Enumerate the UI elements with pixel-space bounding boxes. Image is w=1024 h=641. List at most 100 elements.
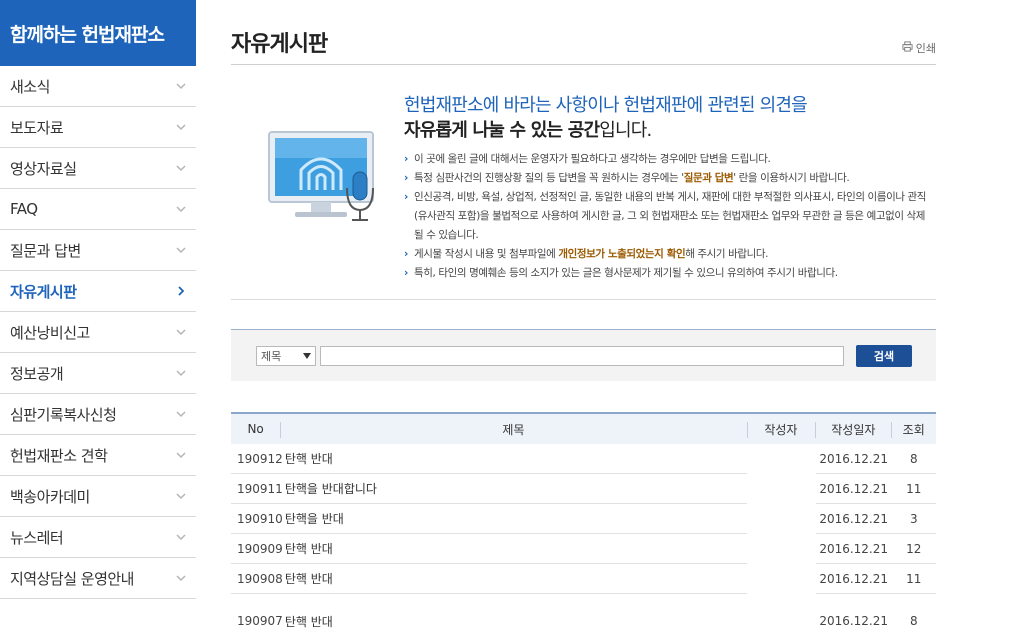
sidebar-item-faq[interactable]: FAQ xyxy=(0,189,196,230)
page-title: 자유게시판 xyxy=(231,32,328,57)
notice-bullet: 게시물 작성시 내용 및 첨부파일에 개인정보가 노출되었는지 확인해 주시기 … xyxy=(404,245,934,264)
post-title-link[interactable]: 탄핵 반대 xyxy=(282,534,748,564)
column-header-date: 작성일자 xyxy=(815,414,891,444)
notice-bullet-text: 해 주시기 바랍니다. xyxy=(685,248,769,260)
chevron-right-icon xyxy=(174,284,188,298)
notice-bullet-text: 특정 심판사건의 진행상황 질의 등 답변을 꼭 원하시는 경우에는 ' xyxy=(414,172,684,184)
sidebar-item-free-board[interactable]: 자유게시판 xyxy=(0,271,196,312)
post-views: 8 xyxy=(891,444,936,474)
notice-bullet: 인신공격, 비방, 욕설, 상업적, 선정적인 글, 동일한 내용의 반복 게시… xyxy=(404,188,934,245)
table-row: 190908 탄핵 반대 2016.12.21 11 xyxy=(231,564,936,594)
column-header-author: 작성자 xyxy=(746,414,816,444)
sidebar-item-label: 자유게시판 xyxy=(10,282,77,301)
notice-highlight: 개인정보가 노출되었는지 확인 xyxy=(558,248,686,260)
sidebar-item-label: 백송아카데미 xyxy=(10,487,90,506)
post-author xyxy=(747,504,815,534)
search-field-select[interactable]: 제목 xyxy=(256,346,316,366)
sidebar-item-budget-report[interactable]: 예산낭비신고 xyxy=(0,312,196,353)
chevron-down-icon xyxy=(174,448,188,462)
notice-headline-line1: 헌법재판소에 바라는 사항이나 헌법재판에 관련된 의견을 xyxy=(404,95,808,116)
table-row: 190912 탄핵 반대 2016.12.21 8 xyxy=(231,444,936,474)
post-views: 11 xyxy=(891,474,936,504)
sidebar-item-disclosure[interactable]: 정보공개 xyxy=(0,353,196,394)
sidebar-item-label: 예산낭비신고 xyxy=(10,323,90,342)
table-row: 190909 탄핵 반대 2016.12.21 12 xyxy=(231,534,936,564)
column-header-views: 조회 xyxy=(891,414,936,444)
post-author xyxy=(747,444,815,474)
sidebar-item-regional-office[interactable]: 지역상담실 운영안내 xyxy=(0,558,196,599)
sidebar-item-label: 지역상담실 운영안내 xyxy=(10,569,134,588)
notice-headline-strong: 자유롭게 나눌 수 있는 공간 xyxy=(404,120,600,141)
post-number: 190911 xyxy=(231,474,283,504)
sidebar-item-qna[interactable]: 질문과 답변 xyxy=(0,230,196,271)
sidebar: 함께하는 헌법재판소 새소식 보도자료 영상자료실 FAQ 질문과 답변 자유게… xyxy=(0,0,196,641)
sidebar-item-label: FAQ xyxy=(10,200,38,218)
sidebar-item-video[interactable]: 영상자료실 xyxy=(0,148,196,189)
title-divider xyxy=(231,64,936,65)
chevron-down-icon xyxy=(174,243,188,257)
chevron-down-icon xyxy=(174,407,188,421)
post-title-link[interactable]: 탄핵 반대 xyxy=(282,444,748,474)
post-number: 190910 xyxy=(231,504,283,534)
sidebar-title: 함께하는 헌법재판소 xyxy=(0,0,196,66)
sidebar-item-label: 헌법재판소 견학 xyxy=(10,446,108,465)
sidebar-item-label: 뉴스레터 xyxy=(10,528,64,547)
sidebar-item-news[interactable]: 새소식 xyxy=(0,66,196,107)
notice-bullet: 특히, 타인의 명예훼손 등의 소지가 있는 글은 형사문제가 제기될 수 있으… xyxy=(404,264,934,283)
chevron-down-icon xyxy=(174,120,188,134)
column-header-no: No xyxy=(247,422,264,436)
post-table: No 제목 작성자 작성일자 조회 190912 탄핵 반대 2016.12.2… xyxy=(231,412,936,636)
sidebar-item-label: 정보공개 xyxy=(10,364,64,383)
post-author xyxy=(747,534,815,564)
table-row: 190907 탄핵 반대 2016.12.21 8 xyxy=(231,594,936,636)
chevron-down-icon xyxy=(174,489,188,503)
post-date: 2016.12.21 xyxy=(815,564,892,594)
chevron-down-icon xyxy=(174,325,188,339)
sidebar-item-label: 질문과 답변 xyxy=(10,241,81,260)
column-header-title: 제목 xyxy=(280,414,746,444)
post-title-link[interactable]: 탄핵 반대 xyxy=(283,606,747,636)
sidebar-item-label: 보도자료 xyxy=(10,118,64,137)
sidebar-item-press[interactable]: 보도자료 xyxy=(0,107,196,148)
post-title-link[interactable]: 탄핵을 반대합니다 xyxy=(282,474,748,504)
notice-headline: 헌법재판소에 바라는 사항이나 헌법재판에 관련된 의견을 자유롭게 나눌 수 … xyxy=(404,93,808,143)
board-notice: 헌법재판소에 바라는 사항이나 헌법재판에 관련된 의견을 자유롭게 나눌 수 … xyxy=(231,66,936,300)
notice-bullet-text: ' 란을 이용하시기 바랍니다. xyxy=(733,172,850,184)
sidebar-item-newsletter[interactable]: 뉴스레터 xyxy=(0,517,196,558)
notice-bullets: 이 곳에 올린 글에 대해서는 운영자가 필요하다고 생각하는 경우에만 답변을… xyxy=(404,150,934,283)
post-views: 3 xyxy=(891,504,936,534)
notice-headline-tail: 입니다. xyxy=(599,120,652,141)
table-row: 190911 탄핵을 반대합니다 2016.12.21 11 xyxy=(231,474,936,504)
print-label: 인쇄 xyxy=(915,42,936,55)
post-number: 190912 xyxy=(231,444,283,474)
print-button[interactable]: 인쇄 xyxy=(902,40,936,56)
post-date: 2016.12.21 xyxy=(819,614,889,628)
post-title-link[interactable]: 탄핵을 반대 xyxy=(282,504,748,534)
search-input[interactable] xyxy=(320,346,844,366)
sidebar-item-label: 영상자료실 xyxy=(10,159,77,178)
notice-bullet: 특정 심판사건의 진행상황 질의 등 답변을 꼭 원하시는 경우에는 '질문과 … xyxy=(404,169,934,188)
table-header: No 제목 작성자 작성일자 조회 xyxy=(231,412,936,444)
sidebar-item-tour[interactable]: 헌법재판소 견학 xyxy=(0,435,196,476)
sidebar-item-label: 새소식 xyxy=(10,77,50,96)
sidebar-item-label: 심판기록복사신청 xyxy=(10,405,117,424)
post-date: 2016.12.21 xyxy=(815,444,892,474)
search-field-value: 제목 xyxy=(261,350,282,363)
post-number: 190909 xyxy=(231,534,283,564)
chevron-down-icon xyxy=(174,530,188,544)
post-title-link[interactable]: 탄핵 반대 xyxy=(282,564,748,594)
post-date: 2016.12.21 xyxy=(815,474,892,504)
qna-link[interactable]: 질문과 답변 xyxy=(684,172,734,184)
notice-headline-line2: 자유롭게 나눌 수 있는 공간입니다. xyxy=(404,118,807,143)
sidebar-item-academy[interactable]: 백송아카데미 xyxy=(0,476,196,517)
post-views: 11 xyxy=(891,564,936,594)
post-views: 12 xyxy=(891,534,936,564)
post-date: 2016.12.21 xyxy=(815,534,892,564)
post-author xyxy=(747,474,815,504)
notice-bullet: 이 곳에 올린 글에 대해서는 운영자가 필요하다고 생각하는 경우에만 답변을… xyxy=(404,150,934,169)
post-date: 2016.12.21 xyxy=(815,504,892,534)
sidebar-item-record-copy[interactable]: 심판기록복사신청 xyxy=(0,394,196,435)
chevron-down-icon xyxy=(174,366,188,380)
search-button[interactable]: 검색 xyxy=(856,345,912,367)
post-number: 190908 xyxy=(231,564,283,594)
